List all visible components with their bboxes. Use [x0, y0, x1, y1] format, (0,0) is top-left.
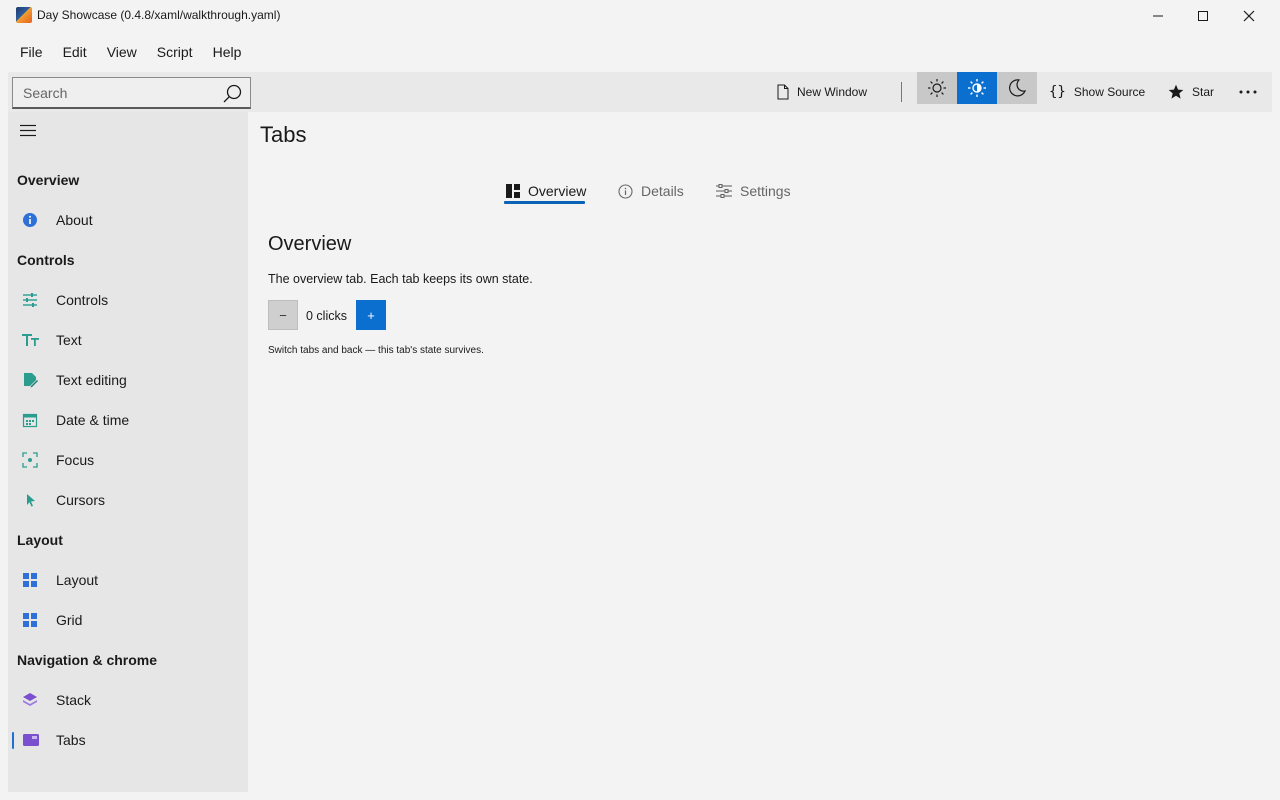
active-tab-indicator [504, 201, 585, 204]
edit-icon [22, 372, 38, 388]
tab-settings[interactable]: Settings [716, 178, 791, 204]
sliders-icon [22, 292, 38, 308]
tab-label: Details [641, 183, 684, 199]
toolbar: New Window [8, 72, 1272, 112]
sidebar-item-layout[interactable]: Layout [8, 562, 248, 598]
focus-icon [22, 452, 38, 468]
tab-label: Settings [740, 183, 791, 199]
maximize-button[interactable] [1180, 0, 1226, 32]
search-icon[interactable] [223, 84, 242, 108]
text-icon [22, 332, 39, 348]
braces-icon: {} [1049, 84, 1066, 100]
menu-bar: File Edit View Script Help [0, 34, 251, 70]
sidebar-item-date-time[interactable]: Date & time [8, 402, 248, 438]
stack-icon [22, 692, 38, 708]
sidebar-item-label: Layout [56, 572, 99, 588]
star-icon [1168, 84, 1184, 99]
sidebar-item-grid[interactable]: Grid [8, 602, 248, 638]
sidebar-item-label: Controls [56, 292, 109, 308]
sidebar-item-text-editing[interactable]: Text editing [8, 362, 248, 398]
hamburger-menu-button[interactable] [20, 124, 36, 143]
cursor-icon [22, 492, 38, 508]
window-title: Day Showcase (0.4.8/xaml/walkthrough.yam… [37, 8, 281, 22]
sidebar-item-tabs[interactable]: Tabs [8, 722, 248, 758]
menu-view[interactable]: View [97, 38, 147, 66]
menu-script[interactable]: Script [147, 38, 203, 66]
toolbar-divider [901, 82, 902, 102]
minimize-icon [1153, 15, 1163, 17]
search-input[interactable] [13, 78, 213, 107]
sidebar-item-text[interactable]: Text [8, 322, 248, 358]
grid-icon [22, 612, 38, 628]
info-icon [22, 212, 38, 228]
new-window-label: New Window [797, 85, 868, 99]
sidebar-item-label: Focus [56, 452, 95, 468]
document-icon [777, 84, 789, 100]
close-button[interactable] [1226, 0, 1272, 32]
increment-button[interactable]: + [356, 300, 386, 330]
title-bar: Day Showcase (0.4.8/xaml/walkthrough.yam… [0, 0, 1280, 32]
section-navigation-chrome: Navigation & chrome [17, 652, 158, 668]
star-button[interactable]: Star [1168, 72, 1214, 112]
layout-icon [22, 572, 38, 588]
app-logo-icon [16, 7, 32, 23]
section-layout: Layout [17, 532, 63, 548]
moon-icon [1009, 79, 1027, 97]
minimize-button[interactable] [1135, 0, 1181, 32]
sidebar-item-label: Grid [56, 612, 83, 628]
sidebar-item-cursors[interactable]: Cursors [8, 482, 248, 518]
show-source-button[interactable]: {} Show Source [1049, 72, 1145, 112]
sidebar-item-label: About [56, 212, 93, 228]
sidebar-item-label: Stack [56, 692, 92, 708]
new-window-button[interactable]: New Window [777, 72, 867, 112]
hamburger-icon [20, 124, 36, 137]
tab-content-description: The overview tab. Each tab keeps its own… [268, 272, 533, 286]
menu-edit[interactable]: Edit [53, 38, 97, 66]
sidebar-item-stack[interactable]: Stack [8, 682, 248, 718]
search-box [12, 77, 251, 109]
hint-text: Switch tabs and back — this tab's state … [268, 345, 484, 356]
more-icon [1239, 90, 1257, 94]
sidebar-item-label: Text [56, 332, 82, 348]
tab-label: Overview [528, 183, 587, 199]
auto-theme-button[interactable] [957, 72, 997, 104]
half-sun-icon [968, 79, 986, 97]
sidebar-item-about[interactable]: About [8, 202, 248, 238]
page-title: Tabs [260, 122, 307, 147]
sidebar-item-label: Date & time [56, 412, 130, 428]
light-theme-button[interactable] [917, 72, 957, 104]
section-controls: Controls [17, 252, 75, 268]
settings-sliders-icon [716, 184, 732, 198]
dark-theme-button[interactable] [997, 72, 1037, 104]
dashboard-icon [506, 184, 520, 198]
sun-icon [928, 79, 946, 97]
tabs-icon [22, 732, 39, 748]
sidebar-item-focus[interactable]: Focus [8, 442, 248, 478]
sidebar-item-controls[interactable]: Controls [8, 282, 248, 318]
star-label: Star [1192, 85, 1215, 99]
tab-details[interactable]: Details [618, 178, 684, 204]
sidebar-item-label: Tabs [56, 732, 86, 748]
more-options-button[interactable] [1239, 72, 1257, 112]
close-icon [1243, 10, 1255, 22]
click-count: 0 clicks [306, 309, 347, 323]
decrement-button[interactable]: − [268, 300, 298, 330]
calendar-icon [22, 412, 38, 428]
section-overview: Overview [17, 172, 80, 188]
info-outline-icon [618, 183, 633, 199]
show-source-label: Show Source [1073, 85, 1146, 99]
sidebar-item-label: Cursors [56, 492, 106, 508]
menu-file[interactable]: File [10, 38, 53, 66]
sidebar-item-label: Text editing [56, 372, 127, 388]
sidebar: Overview About Controls Controls Text Te… [8, 112, 248, 792]
maximize-icon [1198, 11, 1208, 21]
tab-content-title: Overview [268, 233, 352, 255]
menu-help[interactable]: Help [203, 38, 252, 66]
main-content: Tabs Overview Details Settings Overview … [248, 112, 1280, 800]
